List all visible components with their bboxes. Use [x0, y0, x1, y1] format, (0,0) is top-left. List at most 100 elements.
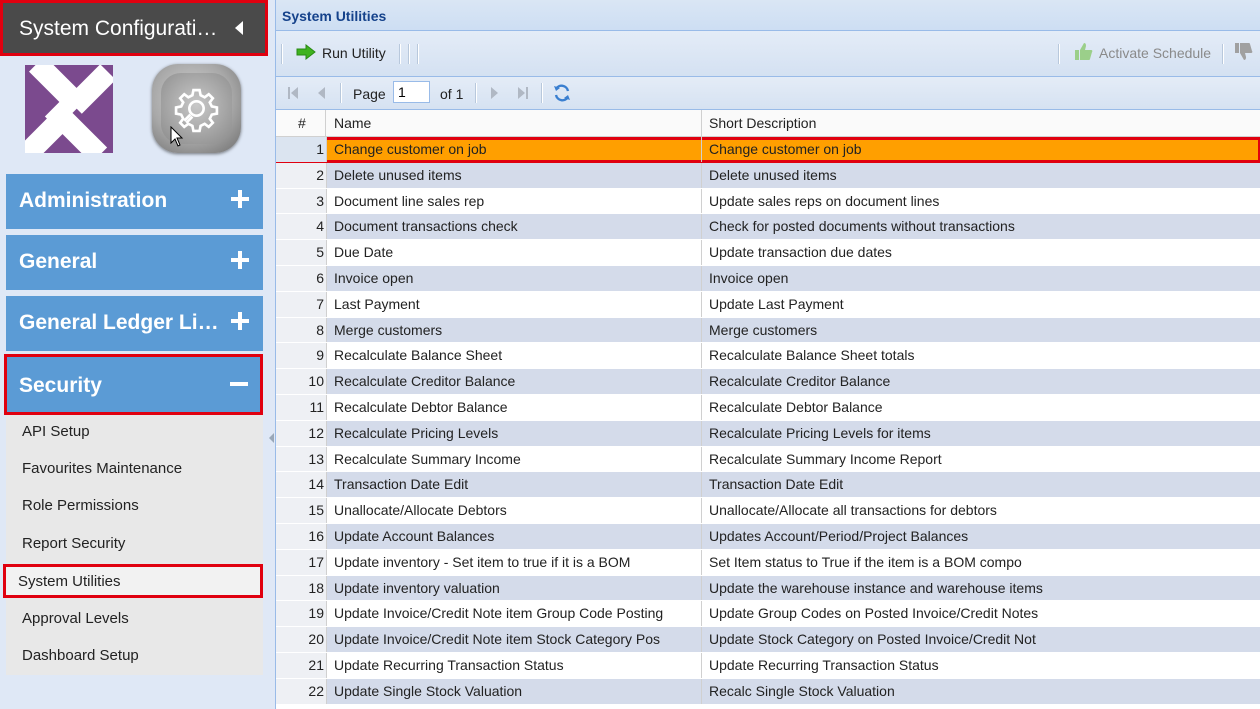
- table-row[interactable]: 8 Merge customers Merge customers: [276, 317, 1260, 344]
- row-number: 7: [316, 295, 324, 312]
- utility-description: Merge customers: [709, 321, 818, 338]
- table-row[interactable]: 14 Transaction Date Edit Transaction Date …: [276, 472, 1260, 499]
- first-page-icon[interactable]: [285, 85, 301, 101]
- row-number: 6: [316, 269, 324, 286]
- utility-name: Update inventory - Set item to true if i…: [334, 553, 631, 570]
- menu-item-favourites-maintenance[interactable]: Favourites Maintenance: [6, 452, 263, 486]
- column-divider: [701, 162, 702, 188]
- utility-description: Check for posted documents without trans…: [709, 218, 1015, 235]
- row-number: 21: [308, 656, 324, 673]
- accordion-label: General: [19, 250, 98, 273]
- utility-description: Recalculate Balance Sheet totals: [709, 347, 915, 364]
- menu-item-report-security[interactable]: Report Security: [6, 527, 263, 561]
- column-divider: [701, 549, 702, 575]
- utility-name: Update Invoice/Credit Note item Stock Ca…: [334, 631, 661, 648]
- table-row[interactable]: 15 Unallocate/Allocate Debtors Unallocate/…: [276, 498, 1260, 524]
- page-count-label: of 1: [440, 86, 464, 102]
- utility-name: Document transactions check: [334, 218, 518, 235]
- table-row[interactable]: 3 Document line sales rep Update sales rep…: [276, 188, 1260, 215]
- toolbar-separator: [399, 44, 401, 64]
- panel-header: System Utilities: [276, 0, 1260, 31]
- table-row[interactable]: 1 Change customer on job Change customer o…: [276, 137, 1260, 163]
- table-row[interactable]: 17 Update inventory - Set item to true if…: [276, 549, 1260, 576]
- utility-description: Set Item status to True if the item is a…: [709, 553, 1022, 570]
- utility-description: Updates Account/Period/Project Balances: [709, 527, 969, 544]
- company-logo: [25, 65, 113, 153]
- grid-header: # Name Short Description: [276, 110, 1260, 137]
- utility-description: Update sales reps on document lines: [709, 192, 940, 209]
- pager: Page of 1: [276, 77, 1260, 110]
- accordion-administration[interactable]: Administration: [6, 174, 263, 229]
- table-row[interactable]: 4 Document transactions check Check for po…: [276, 214, 1260, 241]
- toolbar-separator: [1058, 44, 1060, 64]
- table-row[interactable]: 11 Recalculate Debtor Balance Recalculate …: [276, 394, 1260, 421]
- column-divider: [701, 188, 702, 214]
- column-header-short-description[interactable]: Short Description: [709, 115, 816, 131]
- menu-item-dashboard-setup[interactable]: Dashboard Setup: [6, 639, 263, 673]
- row-number: 3: [316, 192, 324, 209]
- table-row[interactable]: 7 Last Payment Update Last Payment: [276, 291, 1260, 318]
- toolbar-separator: [417, 44, 419, 64]
- column-divider: [701, 652, 702, 678]
- table-row[interactable]: 20 Update Invoice/Credit Note item Stock …: [276, 627, 1260, 653]
- column-divider: [701, 369, 702, 394]
- previous-page-icon[interactable]: [314, 85, 330, 101]
- column-header-number[interactable]: #: [298, 115, 306, 131]
- accordion-label: General Ledger Lines: [19, 311, 224, 334]
- row-number: 17: [308, 553, 324, 570]
- sidebar-title: System Configuration: [19, 17, 219, 40]
- utility-description: Recalc Single Stock Valuation: [709, 682, 895, 699]
- menu-item-approval-levels[interactable]: Approval Levels: [6, 602, 263, 636]
- table-row[interactable]: 9 Recalculate Balance Sheet Recalculate Ba…: [276, 343, 1260, 370]
- toolbar-separator: [281, 44, 283, 64]
- table-row[interactable]: 10 Recalculate Creditor Balance Recalculat…: [276, 369, 1260, 395]
- accordion-general-ledger-lines[interactable]: General Ledger Lines: [6, 296, 263, 351]
- settings-gear-button[interactable]: [152, 64, 241, 153]
- row-number: 8: [316, 321, 324, 338]
- utility-name: Update Recurring Transaction Status: [334, 656, 564, 673]
- table-row[interactable]: 12 Recalculate Pricing Levels Recalculate …: [276, 420, 1260, 447]
- table-row[interactable]: 18 Update inventory valuation Update the w…: [276, 575, 1260, 602]
- table-row[interactable]: 5 Due Date Update transaction due dates: [276, 240, 1260, 266]
- table-row[interactable]: 19 Update Invoice/Credit Note item Group …: [276, 601, 1260, 628]
- table-row[interactable]: 21 Update Recurring Transaction Status Upd…: [276, 652, 1260, 679]
- table-row[interactable]: 6 Invoice open Invoice open: [276, 265, 1260, 292]
- utility-name: Recalculate Balance Sheet: [334, 347, 503, 364]
- plus-icon: [231, 312, 249, 330]
- row-number: 15: [308, 502, 324, 519]
- row-number: 18: [308, 579, 324, 596]
- row-number: 9: [316, 347, 324, 364]
- menu-item-system-utilities[interactable]: System Utilities: [3, 564, 263, 598]
- utility-name: Due Date: [334, 244, 394, 261]
- pager-separator: [340, 83, 342, 103]
- table-row[interactable]: 22 Update Single Stock Valuation Recalc Si…: [276, 678, 1260, 705]
- column-divider: [701, 265, 702, 291]
- row-number: 13: [308, 450, 324, 467]
- utility-description: Update Last Payment: [709, 295, 844, 312]
- column-header-name[interactable]: Name: [334, 115, 371, 131]
- table-row[interactable]: 2 Delete unused items Delete unused items: [276, 162, 1260, 189]
- page-number-input[interactable]: [393, 81, 430, 103]
- utility-description: Update Stock Category on Posted Invoice/…: [709, 631, 1036, 648]
- table-row[interactable]: 16 Update Account Balances Updates Account…: [276, 523, 1260, 550]
- utility-name: Recalculate Debtor Balance: [334, 398, 508, 415]
- column-divider: [701, 627, 702, 652]
- refresh-icon[interactable]: [552, 83, 572, 103]
- accordion-general[interactable]: General: [6, 235, 263, 290]
- utility-name: Recalculate Summary Income: [334, 450, 521, 467]
- menu-item-api-setup[interactable]: API Setup: [6, 415, 263, 449]
- utility-description: Change customer on job: [709, 141, 862, 157]
- collapse-arrow-icon[interactable]: [269, 433, 274, 443]
- column-divider: [701, 601, 702, 627]
- collapse-left-icon[interactable]: [235, 21, 243, 35]
- next-page-icon[interactable]: [486, 85, 502, 101]
- grid-body: 1 Change customer on job Change customer o…: [276, 137, 1260, 705]
- menu-item-role-permissions[interactable]: Role Permissions: [6, 489, 263, 523]
- utility-description: Invoice open: [709, 269, 789, 286]
- last-page-icon[interactable]: [515, 85, 531, 101]
- sidebar-splitter[interactable]: [268, 0, 275, 709]
- row-number: 19: [308, 605, 324, 622]
- utility-name: Delete unused items: [334, 166, 462, 183]
- table-row[interactable]: 13 Recalculate Summary Income Recalculate …: [276, 446, 1260, 473]
- accordion-security[interactable]: Security: [4, 354, 263, 415]
